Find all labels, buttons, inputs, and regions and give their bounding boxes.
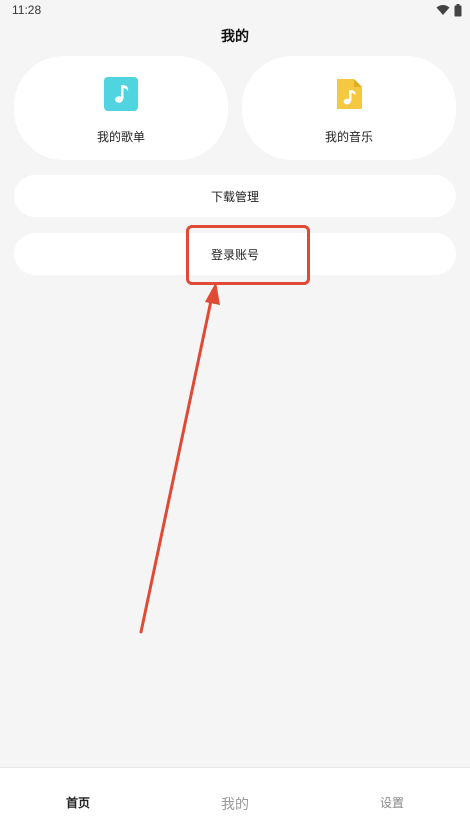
nav-tab-settings[interactable]: 设置 [380, 794, 404, 811]
status-icons [436, 3, 462, 17]
login-account-button[interactable]: 登录账号 [14, 233, 456, 275]
battery-icon [454, 3, 462, 16]
my-music-label: 我的音乐 [324, 130, 373, 144]
page-title: 我的 [221, 29, 249, 45]
status-bar: 11:28 [0, 0, 470, 22]
my-music-card[interactable]: 我的音乐 [242, 56, 456, 160]
my-playlist-label: 我的歌单 [96, 130, 145, 144]
bottom-nav: 首页 我的 设置 [0, 767, 470, 837]
my-playlist-card[interactable]: 我的歌单 [14, 56, 228, 160]
music-file-icon [337, 79, 362, 109]
download-manager-button[interactable]: 下载管理 [14, 175, 456, 217]
music-note-icon [104, 77, 138, 111]
nav-tab-mine[interactable]: 我的 [221, 794, 249, 814]
status-time: 11:28 [12, 3, 42, 17]
nav-tab-home[interactable]: 首页 [66, 794, 90, 811]
wifi-icon [436, 5, 450, 15]
